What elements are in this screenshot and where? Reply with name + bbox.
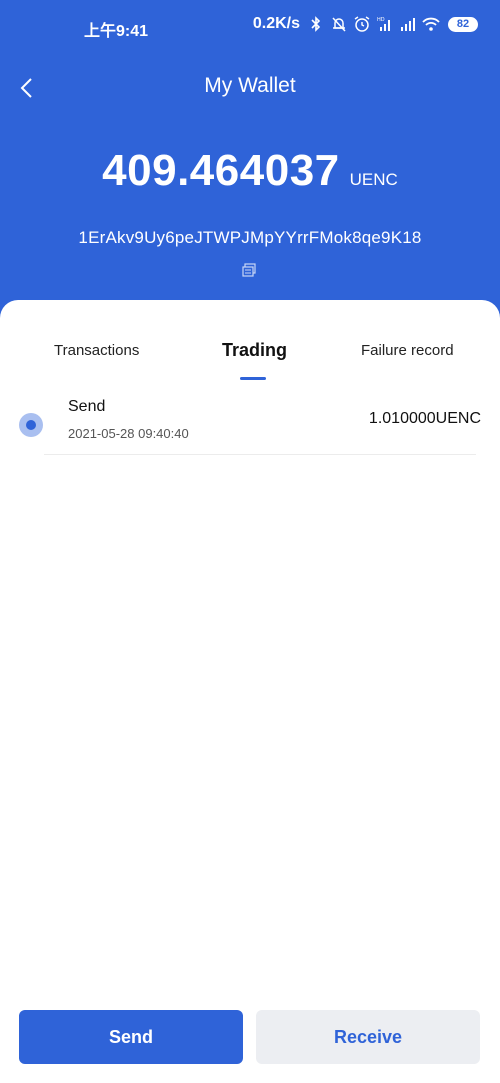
bluetooth-icon (307, 15, 325, 33)
transaction-datetime: 2021-05-28 09:40:40 (68, 426, 189, 441)
tab-failure-record[interactable]: Failure record (361, 342, 454, 359)
transaction-type: Send (68, 398, 106, 415)
active-tab-indicator (240, 377, 266, 380)
copy-icon (242, 263, 256, 277)
tab-transactions[interactable]: Transactions (54, 342, 139, 359)
send-button[interactable]: Send (19, 1010, 243, 1064)
wifi-icon (422, 15, 440, 33)
status-bar: 上午9:41 0.2K/s HD 82 (0, 0, 500, 56)
transaction-amount: 1.010000UENC (368, 410, 481, 427)
row-divider (44, 454, 476, 455)
battery-icon: 82 (448, 16, 478, 32)
status-dot-icon (19, 413, 43, 437)
transactions-card: Transactions Trading Failure record Send… (0, 300, 500, 1083)
svg-text:HD: HD (377, 17, 385, 23)
wallet-address: 1ErAkv9Uy6peJTWPJMpYYrrFMok8qe9K18 (78, 228, 422, 247)
status-time: 上午9:41 (84, 23, 149, 40)
receive-button[interactable]: Receive (256, 1010, 480, 1064)
alarm-icon (353, 15, 371, 33)
balance-unit: UENC (349, 170, 398, 189)
wallet-balance: 409.464037 UENC (0, 146, 500, 196)
network-speed: 0.2K/s (252, 15, 300, 32)
hd-signal-icon: HD (376, 15, 394, 33)
copy-address-button[interactable] (241, 262, 257, 278)
status-icons: 0.2K/s HD 82 (253, 15, 478, 33)
transaction-row[interactable]: Send 2021-05-28 09:40:40 1.010000UENC (0, 390, 500, 456)
balance-amount: 409.464037 (102, 146, 340, 195)
tab-trading[interactable]: Trading (222, 340, 287, 361)
page-title: My Wallet (204, 74, 296, 97)
mute-bell-icon (330, 15, 348, 33)
signal-icon (399, 15, 417, 33)
